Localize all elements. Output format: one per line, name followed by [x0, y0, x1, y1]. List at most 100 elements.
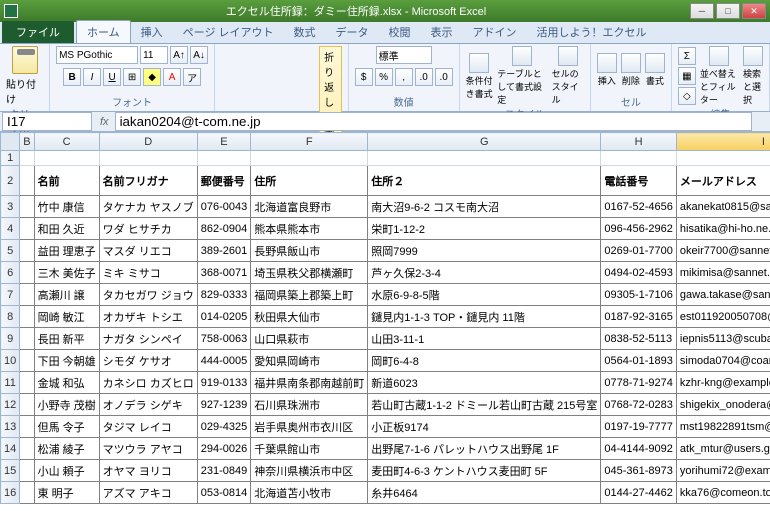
- close-button[interactable]: ✕: [742, 3, 766, 19]
- cell-E16[interactable]: 053-0814: [197, 482, 251, 504]
- row-header-14[interactable]: 14: [1, 438, 20, 460]
- cell-C13[interactable]: 但馬 令子: [34, 416, 99, 438]
- cell-I8[interactable]: est011920050708@example.ne.jp: [676, 306, 770, 328]
- cell-B14[interactable]: [20, 438, 34, 460]
- row-header-12[interactable]: 12: [1, 394, 20, 416]
- shrink-font-button[interactable]: A↓: [190, 46, 208, 64]
- cell-F11[interactable]: 福井県南条郡南越前町: [251, 372, 368, 394]
- col-header-H[interactable]: H: [601, 133, 677, 151]
- comma-button[interactable]: ,: [395, 68, 413, 86]
- select-all-corner[interactable]: [1, 133, 20, 151]
- italic-button[interactable]: I: [83, 68, 101, 86]
- cell-H14[interactable]: 04-4144-9092: [601, 438, 677, 460]
- cell-G13[interactable]: 小正板9174: [368, 416, 601, 438]
- cell-E5[interactable]: 389-2601: [197, 240, 251, 262]
- conditional-format-button[interactable]: 条件付き書式: [466, 53, 494, 100]
- cell-D10[interactable]: シモダ ケサオ: [99, 350, 197, 372]
- tab-7[interactable]: アドイン: [463, 21, 527, 43]
- cell-D2[interactable]: 名前フリガナ: [99, 166, 197, 196]
- cell-F2[interactable]: 住所: [251, 166, 368, 196]
- format-cells-button[interactable]: 書式: [645, 53, 665, 87]
- cell-E10[interactable]: 444-0005: [197, 350, 251, 372]
- cell-H4[interactable]: 096-456-2962: [601, 218, 677, 240]
- cell-G11[interactable]: 新道6023: [368, 372, 601, 394]
- tab-2[interactable]: ページ レイアウト: [173, 21, 284, 43]
- minimize-button[interactable]: ─: [690, 3, 714, 19]
- cell-C3[interactable]: 竹中 康信: [34, 196, 99, 218]
- cell-D13[interactable]: タジマ レイコ: [99, 416, 197, 438]
- font-name-select[interactable]: [56, 46, 138, 64]
- cell-E4[interactable]: 862-0904: [197, 218, 251, 240]
- cell-B2[interactable]: [20, 166, 34, 196]
- cell-D15[interactable]: オヤマ ヨリコ: [99, 460, 197, 482]
- cell-H16[interactable]: 0144-27-4462: [601, 482, 677, 504]
- maximize-button[interactable]: □: [716, 3, 740, 19]
- cell-I4[interactable]: hisatika@hi-ho.ne.jp: [676, 218, 770, 240]
- find-select-button[interactable]: 検索と選択: [743, 46, 763, 106]
- cell-D5[interactable]: マスダ リエコ: [99, 240, 197, 262]
- cell-H7[interactable]: 09305-1-7106: [601, 284, 677, 306]
- tab-8[interactable]: 活用しよう！エクセル: [527, 21, 657, 43]
- cell-H1[interactable]: [601, 151, 677, 166]
- cell-H10[interactable]: 0564-01-1893: [601, 350, 677, 372]
- cell-B15[interactable]: [20, 460, 34, 482]
- cell-F13[interactable]: 岩手県奥州市衣川区: [251, 416, 368, 438]
- row-header-5[interactable]: 5: [1, 240, 20, 262]
- cell-F8[interactable]: 秋田県大仙市: [251, 306, 368, 328]
- cell-G14[interactable]: 出野尾7-1-6 パレットハウス出野尾 1F: [368, 438, 601, 460]
- cell-C6[interactable]: 三木 美佐子: [34, 262, 99, 284]
- cell-G4[interactable]: 栄町1-12-2: [368, 218, 601, 240]
- cell-D1[interactable]: [99, 151, 197, 166]
- dec-decimal-button[interactable]: .0: [435, 68, 453, 86]
- cell-G10[interactable]: 岡町6-4-8: [368, 350, 601, 372]
- cell-E15[interactable]: 231-0849: [197, 460, 251, 482]
- underline-button[interactable]: U: [103, 68, 121, 86]
- cell-styles-button[interactable]: セルのスタイル: [552, 46, 584, 106]
- cell-B11[interactable]: [20, 372, 34, 394]
- cell-C16[interactable]: 東 明子: [34, 482, 99, 504]
- cell-I7[interactable]: gawa.takase@sannet.ne.jp: [676, 284, 770, 306]
- cell-D7[interactable]: タカセガワ ジョウ: [99, 284, 197, 306]
- row-header-8[interactable]: 8: [1, 306, 20, 328]
- cell-B3[interactable]: [20, 196, 34, 218]
- cell-D6[interactable]: ミキ ミサコ: [99, 262, 197, 284]
- cell-D9[interactable]: ナガタ シンペイ: [99, 328, 197, 350]
- row-header-4[interactable]: 4: [1, 218, 20, 240]
- cell-H15[interactable]: 045-361-8973: [601, 460, 677, 482]
- cell-D3[interactable]: タケナカ ヤスノブ: [99, 196, 197, 218]
- row-header-6[interactable]: 6: [1, 262, 20, 284]
- tab-5[interactable]: 校閲: [379, 21, 421, 43]
- cell-D16[interactable]: アズマ アキコ: [99, 482, 197, 504]
- cell-F15[interactable]: 神奈川県横浜市中区: [251, 460, 368, 482]
- cell-C10[interactable]: 下田 今朝雄: [34, 350, 99, 372]
- col-header-F[interactable]: F: [251, 133, 368, 151]
- cell-B4[interactable]: [20, 218, 34, 240]
- row-header-7[interactable]: 7: [1, 284, 20, 306]
- cell-G16[interactable]: 糸井6464: [368, 482, 601, 504]
- cell-E12[interactable]: 927-1239: [197, 394, 251, 416]
- delete-cells-button[interactable]: 削除: [621, 53, 641, 87]
- fx-icon[interactable]: fx: [94, 116, 115, 128]
- col-header-E[interactable]: E: [197, 133, 251, 151]
- paste-button[interactable]: 貼り付け: [6, 46, 43, 106]
- tab-file[interactable]: ファイル: [2, 21, 74, 43]
- cell-C12[interactable]: 小野寺 茂樹: [34, 394, 99, 416]
- cell-B16[interactable]: [20, 482, 34, 504]
- cell-C15[interactable]: 小山 頼子: [34, 460, 99, 482]
- autosum-button[interactable]: Σ: [678, 47, 696, 65]
- insert-cells-button[interactable]: 挿入: [597, 53, 617, 87]
- cell-F1[interactable]: [251, 151, 368, 166]
- cell-H2[interactable]: 電話番号: [601, 166, 677, 196]
- cell-C8[interactable]: 岡崎 敏江: [34, 306, 99, 328]
- cell-C2[interactable]: 名前: [34, 166, 99, 196]
- bold-button[interactable]: B: [63, 68, 81, 86]
- cell-I2[interactable]: メールアドレス: [676, 166, 770, 196]
- cell-I10[interactable]: simoda0704@coara.or.jp: [676, 350, 770, 372]
- cell-C4[interactable]: 和田 久近: [34, 218, 99, 240]
- cell-G15[interactable]: 麦田町4-6-3 ケントハウス麦田町 5F: [368, 460, 601, 482]
- cell-B5[interactable]: [20, 240, 34, 262]
- cell-F10[interactable]: 愛知県岡崎市: [251, 350, 368, 372]
- percent-button[interactable]: %: [375, 68, 393, 86]
- cell-H9[interactable]: 0838-52-5113: [601, 328, 677, 350]
- cell-G8[interactable]: 鑓見内1-1-3 TOP・鑓見内 11階: [368, 306, 601, 328]
